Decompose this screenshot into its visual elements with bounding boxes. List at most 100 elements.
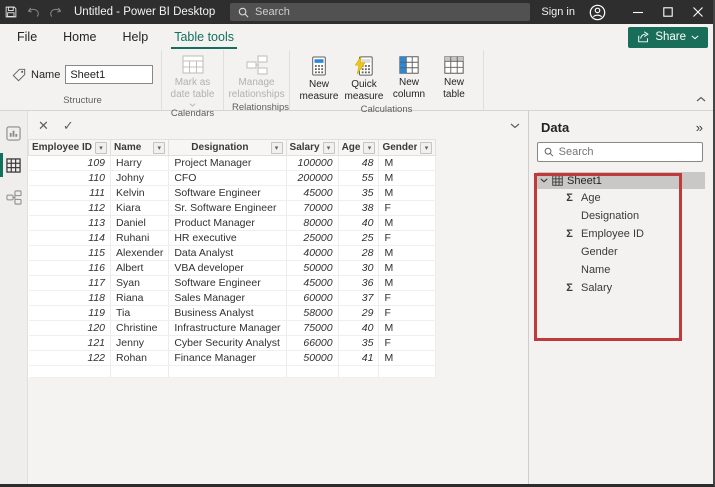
table-cell[interactable]: Software Engineer (169, 186, 286, 201)
column-header-gender[interactable]: Gender▾ (379, 140, 436, 156)
report-view-button[interactable] (0, 119, 27, 147)
account-avatar[interactable] (585, 0, 609, 24)
table-cell[interactable]: Daniel (111, 216, 169, 231)
data-view-button[interactable] (0, 151, 27, 179)
table-cell[interactable]: 118 (29, 291, 111, 306)
table-cell[interactable]: Johny (111, 171, 169, 186)
table-cell[interactable]: M (379, 321, 436, 336)
column-header-salary[interactable]: Salary▾ (286, 140, 338, 156)
table-cell[interactable]: Data Analyst (169, 246, 286, 261)
table-cell[interactable]: 40000 (286, 246, 338, 261)
fields-search-box[interactable] (537, 142, 703, 162)
table-cell[interactable]: 25000 (286, 231, 338, 246)
sign-in-button[interactable]: Sign in (541, 6, 575, 18)
table-cell[interactable]: 48 (338, 156, 379, 171)
table-cell[interactable]: F (379, 291, 436, 306)
table-cell[interactable]: 120 (29, 321, 111, 336)
table-cell[interactable]: M (379, 156, 436, 171)
model-view-button[interactable] (0, 183, 27, 211)
field-item-gender[interactable]: Gender (537, 243, 705, 261)
column-header-employee-id[interactable]: Employee ID▾ (29, 140, 111, 156)
table-cell[interactable]: 38 (338, 201, 379, 216)
table-cell[interactable]: 45000 (286, 276, 338, 291)
table-row[interactable]: 113DanielProduct Manager8000040M (29, 216, 436, 231)
table-cell[interactable]: 50000 (286, 351, 338, 366)
table-cell[interactable]: 115 (29, 246, 111, 261)
table-cell[interactable]: 40 (338, 216, 379, 231)
table-cell[interactable]: VBA developer (169, 261, 286, 276)
titlebar-search-box[interactable]: Search (230, 3, 530, 21)
save-button[interactable] (0, 0, 22, 24)
table-row[interactable]: 118RianaSales Manager6000037F (29, 291, 436, 306)
table-cell[interactable]: Ruhani (111, 231, 169, 246)
table-cell[interactable]: F (379, 336, 436, 351)
table-cell[interactable]: 35 (338, 336, 379, 351)
field-item-employee-id[interactable]: ΣEmployee ID (537, 225, 705, 243)
table-cell[interactable]: 200000 (286, 171, 338, 186)
table-cell[interactable]: 100000 (286, 156, 338, 171)
table-cell[interactable]: F (379, 201, 436, 216)
table-cell[interactable]: Finance Manager (169, 351, 286, 366)
table-row[interactable]: 120ChristineInfrastructure Manager750004… (29, 321, 436, 336)
table-cell[interactable]: Kelvin (111, 186, 169, 201)
collapse-pane-button[interactable]: » (696, 121, 703, 134)
table-cell[interactable]: M (379, 216, 436, 231)
table-cell[interactable]: 80000 (286, 216, 338, 231)
column-filter-button[interactable]: ▾ (95, 142, 107, 154)
table-cell[interactable]: M (379, 261, 436, 276)
formula-cancel-button[interactable]: ✕ (38, 119, 49, 132)
table-cell[interactable]: 28 (338, 246, 379, 261)
table-cell[interactable]: HR executive (169, 231, 286, 246)
table-cell[interactable]: Business Analyst (169, 306, 286, 321)
table-row[interactable]: 110JohnyCFO20000055M (29, 171, 436, 186)
field-item-name[interactable]: Name (537, 261, 705, 279)
table-cell[interactable]: CFO (169, 171, 286, 186)
new-table-button[interactable]: New table (433, 53, 475, 103)
table-row[interactable]: 117SyanSoftware Engineer4500036M (29, 276, 436, 291)
table-row[interactable]: 115AlexenderData Analyst4000028M (29, 246, 436, 261)
column-header-age[interactable]: Age▾ (338, 140, 379, 156)
column-filter-button[interactable]: ▾ (153, 142, 165, 154)
table-cell[interactable]: Sales Manager (169, 291, 286, 306)
table-cell[interactable]: 55 (338, 171, 379, 186)
table-cell[interactable]: M (379, 351, 436, 366)
table-cell[interactable]: 111 (29, 186, 111, 201)
column-filter-button[interactable]: ▾ (323, 142, 335, 154)
table-cell[interactable]: 35 (338, 186, 379, 201)
table-cell[interactable]: 117 (29, 276, 111, 291)
mark-as-date-table-button[interactable]: Mark as date table (170, 53, 215, 107)
table-cell[interactable]: 66000 (286, 336, 338, 351)
table-cell[interactable]: F (379, 306, 436, 321)
column-header-designation[interactable]: Designation▾ (169, 140, 286, 156)
table-cell[interactable]: M (379, 276, 436, 291)
new-column-button[interactable]: New column (388, 53, 430, 103)
table-cell[interactable]: 119 (29, 306, 111, 321)
table-cell[interactable]: Sr. Software Engineer (169, 201, 286, 216)
table-cell[interactable]: Syan (111, 276, 169, 291)
table-cell[interactable]: 30 (338, 261, 379, 276)
table-cell[interactable]: Project Manager (169, 156, 286, 171)
table-cell[interactable]: 110 (29, 171, 111, 186)
table-row[interactable]: 109HarryProject Manager10000048M (29, 156, 436, 171)
table-cell[interactable]: 75000 (286, 321, 338, 336)
table-cell[interactable]: Tia (111, 306, 169, 321)
undo-button[interactable] (22, 0, 44, 24)
column-filter-button[interactable]: ▾ (363, 142, 375, 154)
table-cell[interactable]: Riana (111, 291, 169, 306)
table-row[interactable]: 112KiaraSr. Software Engineer7000038F (29, 201, 436, 216)
close-button[interactable] (683, 0, 713, 24)
tab-table-tools[interactable]: Table tools (161, 24, 247, 50)
table-cell[interactable]: Product Manager (169, 216, 286, 231)
table-row[interactable]: 121JennyCyber Security Analyst6600035F (29, 336, 436, 351)
new-measure-button[interactable]: New measure (298, 53, 340, 103)
quick-measure-button[interactable]: Quick measure (343, 53, 385, 103)
table-cell[interactable]: 113 (29, 216, 111, 231)
table-cell[interactable]: 70000 (286, 201, 338, 216)
share-button[interactable]: Share (628, 27, 708, 48)
table-cell[interactable]: 45000 (286, 186, 338, 201)
table-cell[interactable]: M (379, 246, 436, 261)
table-cell[interactable]: 36 (338, 276, 379, 291)
table-cell[interactable]: 58000 (286, 306, 338, 321)
table-cell[interactable]: 116 (29, 261, 111, 276)
table-cell[interactable]: 121 (29, 336, 111, 351)
